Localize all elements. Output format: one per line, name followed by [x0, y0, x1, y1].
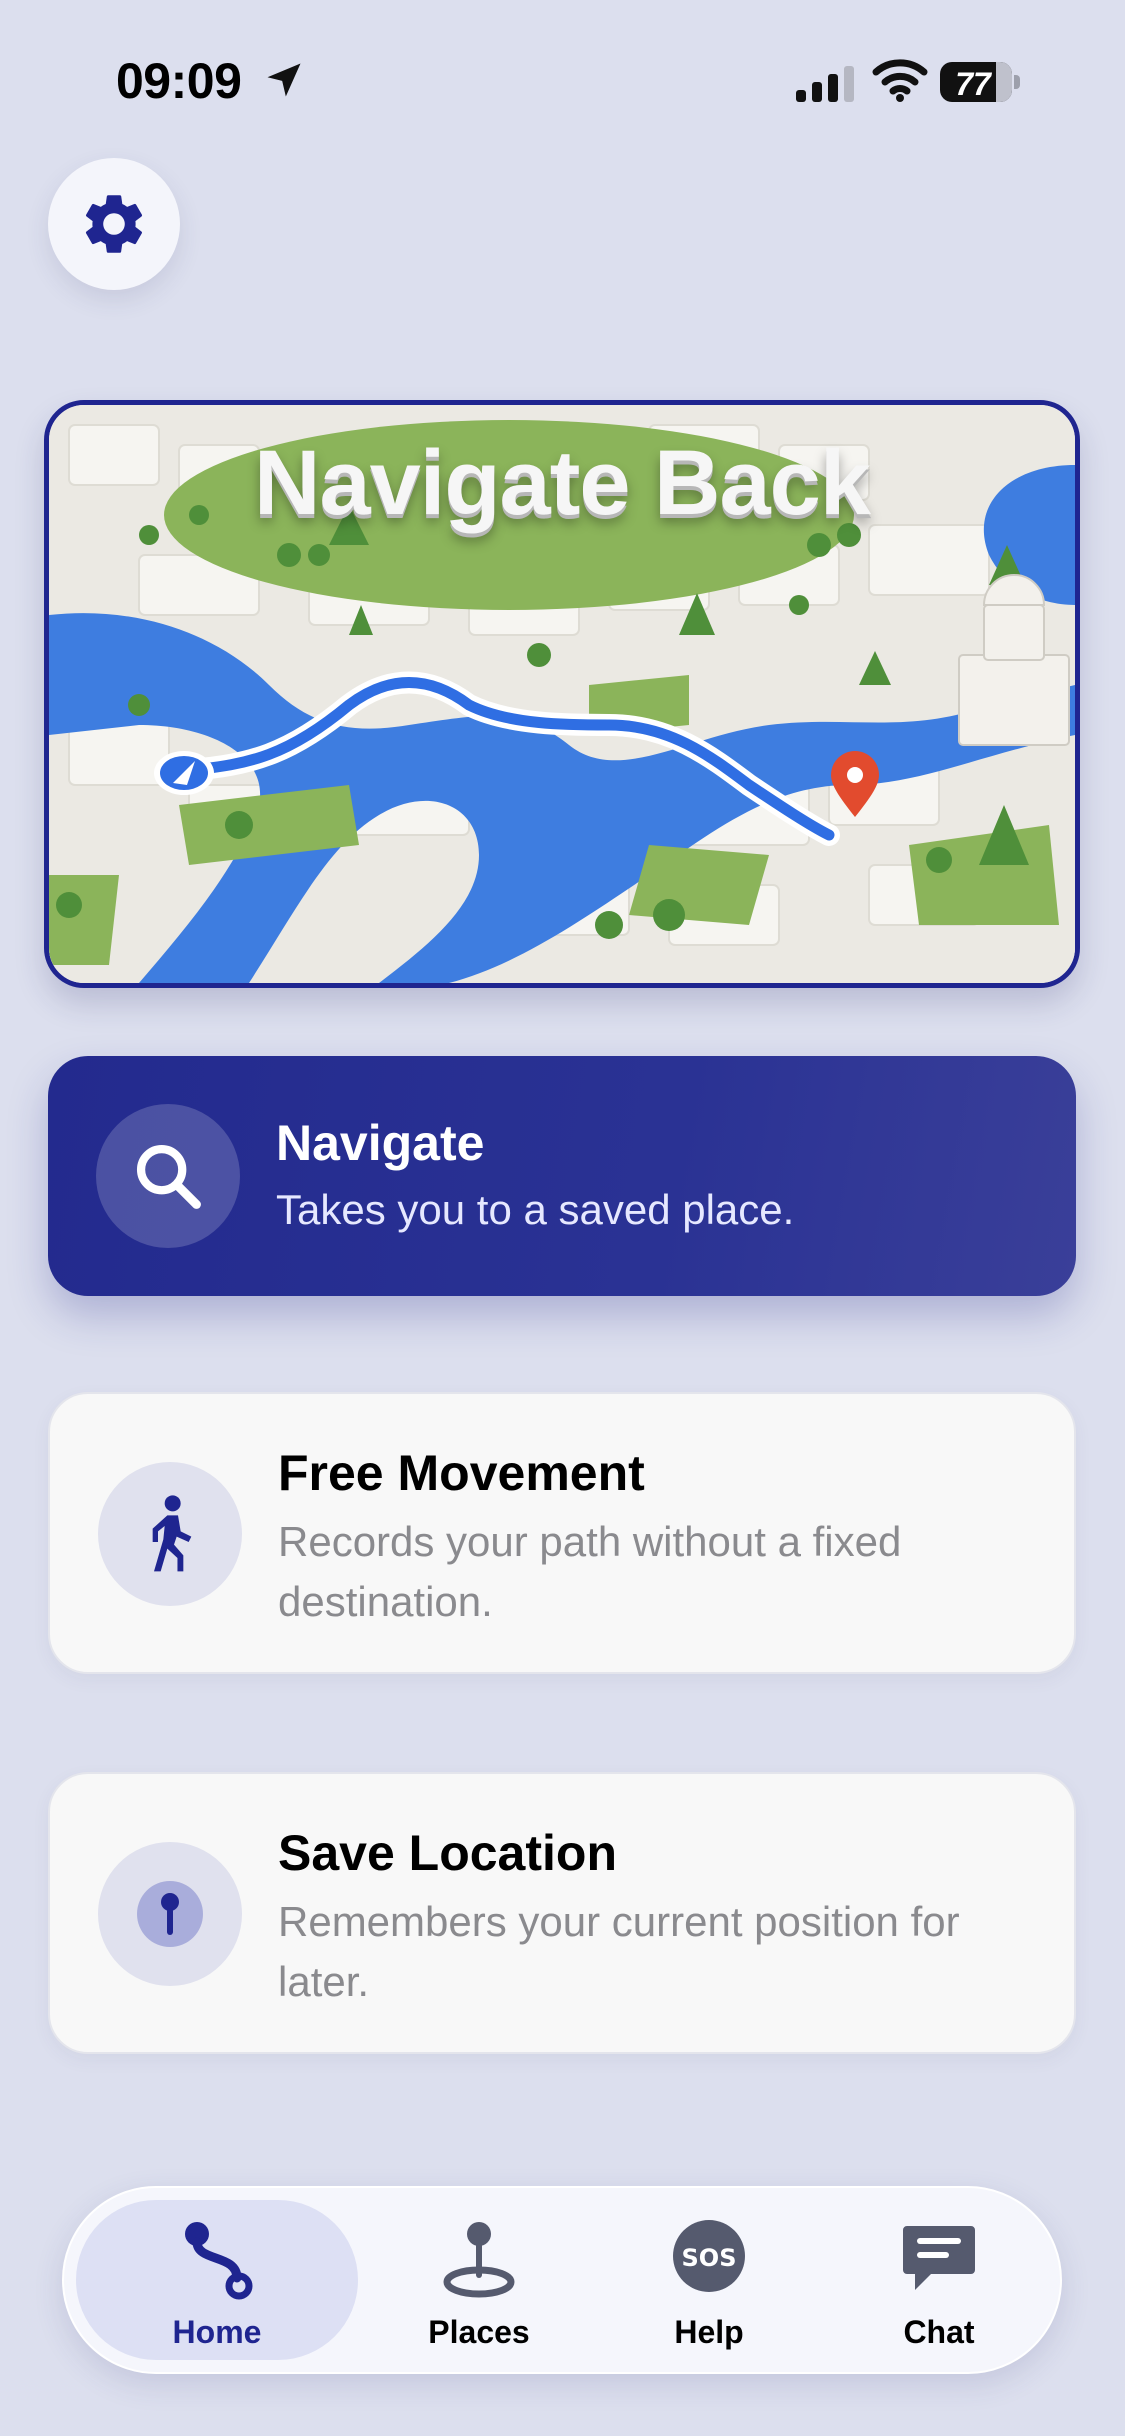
- free-movement-card[interactable]: Free Movement Records your path without …: [48, 1392, 1076, 1674]
- settings-button[interactable]: [48, 158, 180, 290]
- location-arrow-icon: [267, 63, 301, 97]
- chat-bubble-icon: [903, 2226, 975, 2290]
- tab-places-label: Places: [428, 2314, 530, 2350]
- route-icon: [185, 2222, 253, 2300]
- tab-chat-label: Chat: [903, 2314, 975, 2350]
- search-icon: [136, 1144, 201, 1209]
- battery-level: 77: [955, 66, 991, 102]
- cellular-signal-icon: [796, 66, 854, 102]
- navigate-card[interactable]: Navigate Takes you to a saved place.: [48, 1056, 1076, 1296]
- hero-map-banner: Navigate Back: [44, 400, 1080, 988]
- tab-chat[interactable]: Chat: [824, 2200, 1054, 2360]
- save-location-icon-circle: [98, 1842, 242, 1986]
- wifi-icon: [872, 59, 928, 102]
- walking-person-icon: [152, 1495, 192, 1572]
- battery-icon: 77: [940, 62, 1022, 104]
- save-location-title: Save Location: [278, 1825, 617, 1881]
- tab-help[interactable]: SOS Help: [594, 2200, 824, 2360]
- status-time: 09:09: [116, 53, 242, 109]
- free-movement-icon-circle: [98, 1462, 242, 1606]
- tab-home[interactable]: Home: [76, 2200, 358, 2360]
- save-location-card[interactable]: Save Location Remembers your current pos…: [48, 1772, 1076, 2054]
- map-pin-icon: [443, 2222, 515, 2298]
- sos-icon: SOS: [673, 2220, 745, 2292]
- svg-text:SOS: SOS: [682, 2244, 737, 2272]
- tab-help-label: Help: [674, 2314, 744, 2350]
- tab-home-label: Home: [172, 2314, 262, 2350]
- navigate-icon-circle: [96, 1104, 240, 1248]
- tab-bar: Home Places SOS Help Chat: [62, 2186, 1062, 2374]
- hero-title: Navigate Back: [254, 432, 871, 534]
- pin-icon: [137, 1881, 203, 1947]
- free-movement-title: Free Movement: [278, 1445, 645, 1501]
- tab-places[interactable]: Places: [364, 2200, 594, 2360]
- gear-icon: [85, 195, 143, 253]
- status-bar: 09:09 77: [0, 0, 1125, 160]
- save-location-description: Remembers your current position for late…: [278, 1898, 960, 2005]
- navigate-title: Navigate: [276, 1115, 485, 1171]
- free-movement-description: Records your path without a fixed destin…: [278, 1518, 902, 1625]
- navigate-description: Takes you to a saved place.: [276, 1186, 795, 1233]
